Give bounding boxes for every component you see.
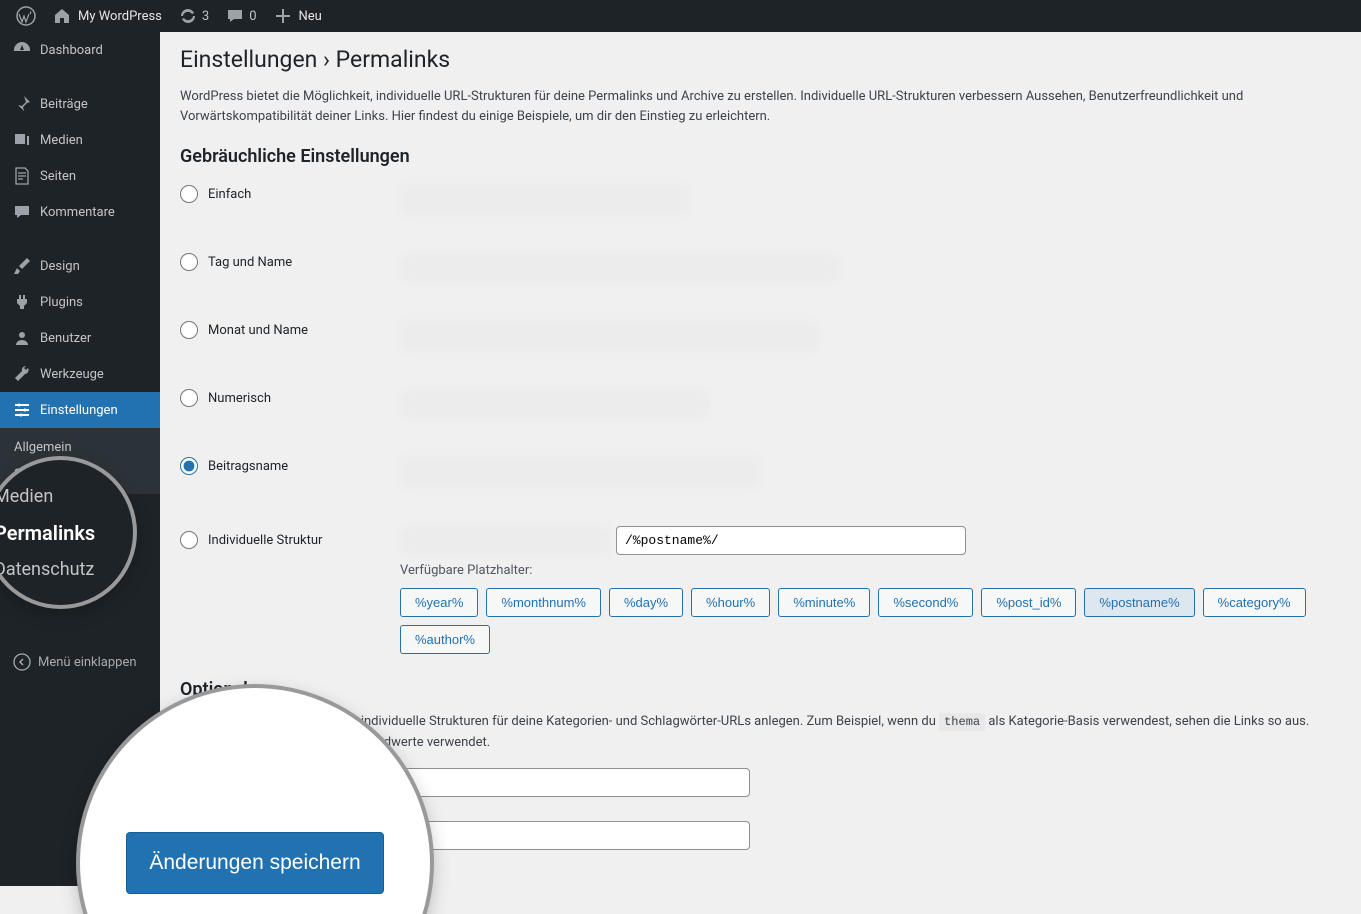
tag-post_id[interactable]: %post_id% xyxy=(981,588,1076,617)
radio-dayname[interactable] xyxy=(180,253,198,271)
example-simple xyxy=(400,185,690,215)
tag-base-input[interactable] xyxy=(400,821,750,850)
tag-author[interactable]: %author% xyxy=(400,625,490,654)
menu-dashboard[interactable]: Dashboard xyxy=(0,32,160,68)
refresh-icon xyxy=(178,6,198,26)
tag-day[interactable]: %day% xyxy=(609,588,683,617)
menu-settings[interactable]: Einstellungen xyxy=(0,392,160,428)
menu-users[interactable]: Benutzer xyxy=(0,320,160,356)
admin-toolbar: My WordPress 3 0 Neu xyxy=(0,0,1361,32)
label-monthname[interactable]: Monat und Name xyxy=(208,323,308,338)
user-icon xyxy=(12,328,32,348)
label-custom[interactable]: Individuelle Struktur xyxy=(208,533,322,548)
comments-count: 0 xyxy=(249,9,256,24)
label-numeric[interactable]: Numerisch xyxy=(208,391,271,406)
updates-count: 3 xyxy=(202,9,209,24)
submenu-general[interactable]: Allgemein xyxy=(0,434,160,461)
example-monthname xyxy=(400,321,820,351)
pin-icon xyxy=(12,94,32,114)
tag-category[interactable]: %category% xyxy=(1203,588,1306,617)
page-title: Einstellungen › Permalinks xyxy=(180,46,1341,73)
wordpress-icon xyxy=(16,6,36,26)
custom-structure-input[interactable] xyxy=(616,526,966,555)
tag-year[interactable]: %year% xyxy=(400,588,478,617)
label-dayname[interactable]: Tag und Name xyxy=(208,255,292,270)
radio-numeric[interactable] xyxy=(180,389,198,407)
new-content-link[interactable]: Neu xyxy=(265,0,330,32)
example-numeric xyxy=(400,389,710,419)
tag-monthnum[interactable]: %monthnum% xyxy=(486,588,601,617)
collapse-menu[interactable]: Menü einklappen xyxy=(0,644,160,680)
updates-link[interactable]: 3 xyxy=(170,0,217,32)
sliders-icon xyxy=(12,400,32,420)
available-tags-label: Verfügbare Platzhalter: xyxy=(400,563,1341,578)
wrench-icon xyxy=(12,364,32,384)
mag-item-datenschutz: Datenschutz xyxy=(0,552,133,587)
code-sample: thema xyxy=(939,713,985,731)
tag-postname[interactable]: %postname% xyxy=(1084,588,1194,617)
category-base-input[interactable] xyxy=(400,768,750,797)
label-postname[interactable]: Beitragsname xyxy=(208,459,288,474)
comment-icon xyxy=(12,202,32,222)
collapse-icon xyxy=(12,652,32,672)
page-icon xyxy=(12,166,32,186)
radio-custom[interactable] xyxy=(180,531,198,549)
site-name-link[interactable]: My WordPress xyxy=(44,0,170,32)
example-dayname xyxy=(400,253,840,283)
common-settings-heading: Gebräuchliche Einstellungen xyxy=(180,146,1341,167)
example-custom-prefix xyxy=(400,525,610,555)
mag-item-permalinks: Permalinks xyxy=(0,514,133,552)
brush-icon xyxy=(12,256,32,276)
dashboard-icon xyxy=(12,40,32,60)
menu-plugins[interactable]: Plugins xyxy=(0,284,160,320)
radio-postname[interactable] xyxy=(180,457,198,475)
radio-monthname[interactable] xyxy=(180,321,198,339)
radio-simple[interactable] xyxy=(180,185,198,203)
intro-text: WordPress bietet die Möglichkeit, indivi… xyxy=(180,87,1341,126)
optional-heading: Optional xyxy=(180,679,1341,700)
menu-posts[interactable]: Beiträge xyxy=(0,86,160,122)
tag-hour[interactable]: %hour% xyxy=(691,588,770,617)
menu-tools[interactable]: Werkzeuge xyxy=(0,356,160,392)
menu-appearance[interactable]: Design xyxy=(0,248,160,284)
media-icon xyxy=(12,130,32,150)
wp-logo[interactable] xyxy=(8,0,44,32)
label-simple[interactable]: Einfach xyxy=(208,187,251,202)
comment-icon xyxy=(225,6,245,26)
tag-second[interactable]: %second% xyxy=(878,588,973,617)
mag-item-medien: Medien xyxy=(0,479,133,514)
example-postname xyxy=(400,457,760,487)
tags-row: %year% %monthnum% %day% %hour% %minute% %seco… xyxy=(400,588,1341,654)
comments-link[interactable]: 0 xyxy=(217,0,264,32)
plugin-icon xyxy=(12,292,32,312)
save-changes-button[interactable]: Änderungen speichern xyxy=(126,832,383,894)
tag-minute[interactable]: %minute% xyxy=(778,588,870,617)
site-name: My WordPress xyxy=(78,9,162,24)
new-label: Neu xyxy=(299,9,322,24)
menu-pages[interactable]: Seiten xyxy=(0,158,160,194)
home-icon xyxy=(52,6,72,26)
plus-icon xyxy=(273,6,293,26)
menu-comments[interactable]: Kommentare xyxy=(0,194,160,230)
menu-media[interactable]: Medien xyxy=(0,122,160,158)
